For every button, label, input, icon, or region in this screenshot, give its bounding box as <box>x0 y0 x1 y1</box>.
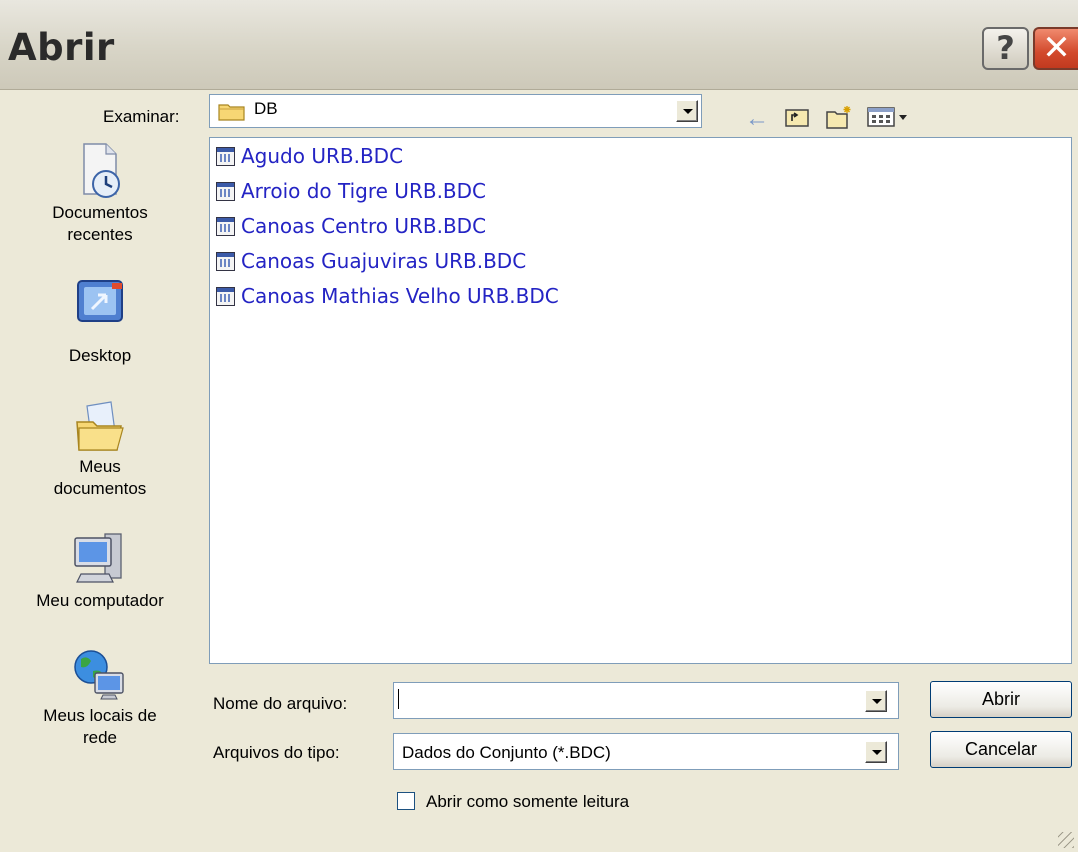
place-label: Meus <box>79 457 121 476</box>
close-button[interactable]: ✕ <box>1033 27 1078 70</box>
database-file-icon <box>216 252 235 271</box>
file-name: Canoas Centro URB.BDC <box>241 214 487 238</box>
place-label: rede <box>82 728 118 747</box>
filename-label: Nome do arquivo: <box>213 694 348 713</box>
place-label: Meus locais de <box>43 706 157 725</box>
file-name: Canoas Guajuviras URB.BDC <box>241 249 527 273</box>
desktop-icon <box>77 280 123 322</box>
list-item[interactable]: Arroio do Tigre URB.BDC <box>216 179 486 208</box>
place-label: documentos <box>53 479 147 498</box>
my-computer-icon <box>74 533 122 583</box>
my-documents-icon <box>76 401 124 451</box>
file-name: Canoas Mathias Velho URB.BDC <box>241 284 559 308</box>
up-folder-icon[interactable] <box>784 104 812 134</box>
database-file-icon <box>216 147 235 166</box>
readonly-label: Abrir como somente leitura <box>426 792 630 811</box>
list-item[interactable]: Canoas Mathias Velho URB.BDC <box>216 284 559 313</box>
database-file-icon <box>216 217 235 236</box>
database-file-icon <box>216 287 235 306</box>
view-menu-icon[interactable] <box>866 104 918 134</box>
chevron-down-icon[interactable] <box>676 100 698 122</box>
place-label: Desktop <box>68 346 132 365</box>
folder-icon <box>218 104 245 121</box>
window-title: Abrir <box>8 26 115 69</box>
network-places-icon <box>74 650 124 700</box>
resize-grip[interactable] <box>1058 832 1074 848</box>
look-in-label: Examinar: <box>103 107 180 126</box>
readonly-checkbox[interactable] <box>397 792 415 810</box>
place-my-computer[interactable]: Meu computador <box>0 530 200 612</box>
new-folder-icon[interactable] <box>825 104 855 134</box>
file-name: Arroio do Tigre URB.BDC <box>241 179 487 203</box>
place-network[interactable]: Meus locais de rede <box>0 645 200 749</box>
place-my-documents[interactable]: Meus documentos <box>0 398 200 500</box>
look-in-value: DB <box>254 99 278 118</box>
list-item[interactable]: Canoas Centro URB.BDC <box>216 214 486 243</box>
filename-input[interactable] <box>393 682 899 719</box>
place-label: recentes <box>67 225 133 244</box>
title-bar: Abrir ? ✕ <box>0 0 1078 90</box>
database-file-icon <box>216 182 235 201</box>
look-in-dropdown[interactable]: DB <box>209 94 702 128</box>
place-label: Documentos <box>52 203 148 222</box>
help-button[interactable]: ? <box>982 27 1029 70</box>
filetype-value: Dados do Conjunto (*.BDC) <box>402 743 611 762</box>
chevron-down-icon[interactable] <box>865 741 887 763</box>
cancel-button[interactable]: Cancelar <box>930 731 1072 768</box>
place-desktop[interactable]: Desktop <box>0 275 200 367</box>
open-button[interactable]: Abrir <box>930 681 1072 718</box>
recent-documents-icon <box>83 143 120 198</box>
place-label: Meu computador <box>36 591 164 610</box>
place-recent-documents[interactable]: Documentos recentes <box>0 140 200 246</box>
filetype-label: Arquivos do tipo: <box>213 743 340 762</box>
file-name: Agudo URB.BDC <box>241 144 404 168</box>
filetype-dropdown[interactable]: Dados do Conjunto (*.BDC) <box>393 733 899 770</box>
chevron-down-icon[interactable] <box>865 690 887 712</box>
back-arrow-icon[interactable]: ← <box>745 104 769 134</box>
file-list[interactable]: Agudo URB.BDC Arroio do Tigre URB.BDC Ca… <box>209 137 1072 664</box>
list-item[interactable]: Agudo URB.BDC <box>216 144 403 173</box>
list-item[interactable]: Canoas Guajuviras URB.BDC <box>216 249 526 278</box>
text-caret <box>398 689 399 709</box>
